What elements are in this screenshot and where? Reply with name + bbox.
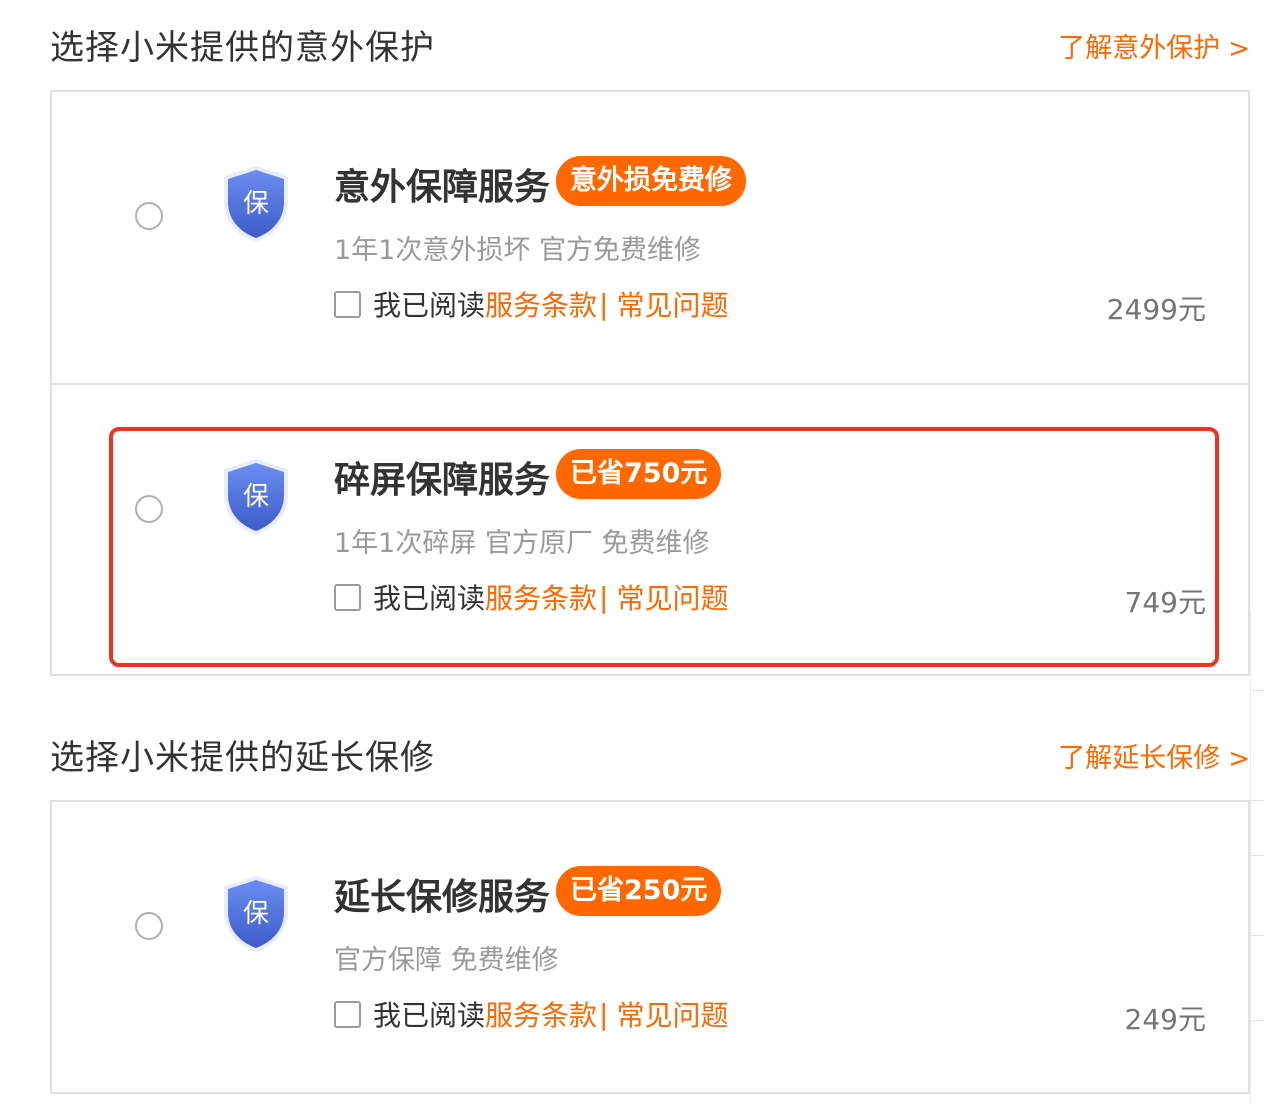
side-panel-edge [1250, 610, 1264, 1104]
service-price: 249元 [1124, 1003, 1206, 1036]
svg-text:保: 保 [243, 482, 269, 512]
agree-checkbox[interactable] [334, 1000, 361, 1028]
service-name: 延长保修服务 [334, 877, 551, 918]
link-separator: | [599, 997, 609, 1031]
shield-icon: 保 [220, 874, 292, 954]
agreement-row: 我已阅读 服务条款 | 常见问题 [334, 577, 728, 617]
service-terms-link[interactable]: 服务条款 [485, 994, 597, 1034]
service-badge: 已省750元 [556, 449, 722, 499]
learn-accident-protection-label: 了解意外保护 [1058, 33, 1221, 64]
service-price: 749元 [1124, 586, 1206, 619]
service-terms-link[interactable]: 服务条款 [485, 284, 597, 324]
accident-options-group: 保 意外保障服务 意外损免费修 1年1次意外损坏 官方免费维修 我已阅读 服务条… [50, 90, 1250, 676]
learn-accident-protection-link[interactable]: 了解意外保护 > [1058, 26, 1250, 65]
svg-text:保: 保 [243, 189, 269, 219]
extended-options-group: 保 延长保修服务 已省250元 官方保障 免费维修 我已阅读 服务条款 | 常见… [50, 800, 1250, 1094]
radio-accident-protection[interactable] [135, 202, 163, 230]
link-separator: | [599, 287, 609, 321]
service-description: 官方保障 免费维修 [334, 945, 559, 976]
service-terms-link[interactable]: 服务条款 [485, 577, 597, 617]
service-description: 1年1次意外损坏 官方免费维修 [334, 235, 701, 266]
radio-screen-protection[interactable] [135, 495, 163, 523]
section-title-accident: 选择小米提供的意外保护 [50, 28, 435, 68]
agreement-row: 我已阅读 服务条款 | 常见问题 [334, 994, 728, 1034]
service-name: 碎屏保障服务 [334, 460, 551, 501]
shield-icon: 保 [220, 457, 292, 537]
service-badge: 意外损免费修 [556, 156, 746, 206]
insurance-selection-page: 选择小米提供的意外保护 了解意外保护 > 保 意外保障服务 意外损免费修 1年1… [0, 0, 1264, 1104]
agree-label: 我已阅读 [373, 999, 486, 1032]
svg-text:保: 保 [243, 899, 269, 929]
shield-icon: 保 [220, 164, 292, 244]
radio-extended-warranty[interactable] [135, 912, 163, 940]
faq-link[interactable]: 常见问题 [616, 284, 728, 324]
service-description: 1年1次碎屏 官方原厂 免费维修 [334, 528, 710, 559]
learn-extended-warranty-label: 了解延长保修 [1058, 743, 1221, 774]
agree-label: 我已阅读 [373, 289, 486, 322]
agree-label: 我已阅读 [373, 582, 486, 615]
section-title-extended: 选择小米提供的延长保修 [50, 738, 435, 778]
chevron-right-icon: > [1228, 744, 1250, 774]
service-name: 意外保障服务 [334, 167, 551, 208]
faq-link[interactable]: 常见问题 [616, 994, 728, 1034]
faq-link[interactable]: 常见问题 [616, 577, 728, 617]
service-price: 2499元 [1106, 293, 1206, 326]
agree-checkbox[interactable] [334, 583, 361, 611]
agreement-row: 我已阅读 服务条款 | 常见问题 [334, 284, 728, 324]
agree-checkbox[interactable] [334, 290, 361, 318]
chevron-right-icon: > [1228, 34, 1250, 64]
link-separator: | [599, 580, 609, 614]
option-accident-protection[interactable]: 保 意外保障服务 意外损免费修 1年1次意外损坏 官方免费维修 我已阅读 服务条… [52, 92, 1248, 383]
learn-extended-warranty-link[interactable]: 了解延长保修 > [1058, 736, 1250, 775]
option-extended-warranty[interactable]: 保 延长保修服务 已省250元 官方保障 免费维修 我已阅读 服务条款 | 常见… [52, 802, 1248, 1093]
service-badge: 已省250元 [556, 866, 722, 916]
option-screen-protection[interactable]: 保 碎屏保障服务 已省750元 1年1次碎屏 官方原厂 免费维修 我已阅读 服务… [52, 383, 1248, 674]
